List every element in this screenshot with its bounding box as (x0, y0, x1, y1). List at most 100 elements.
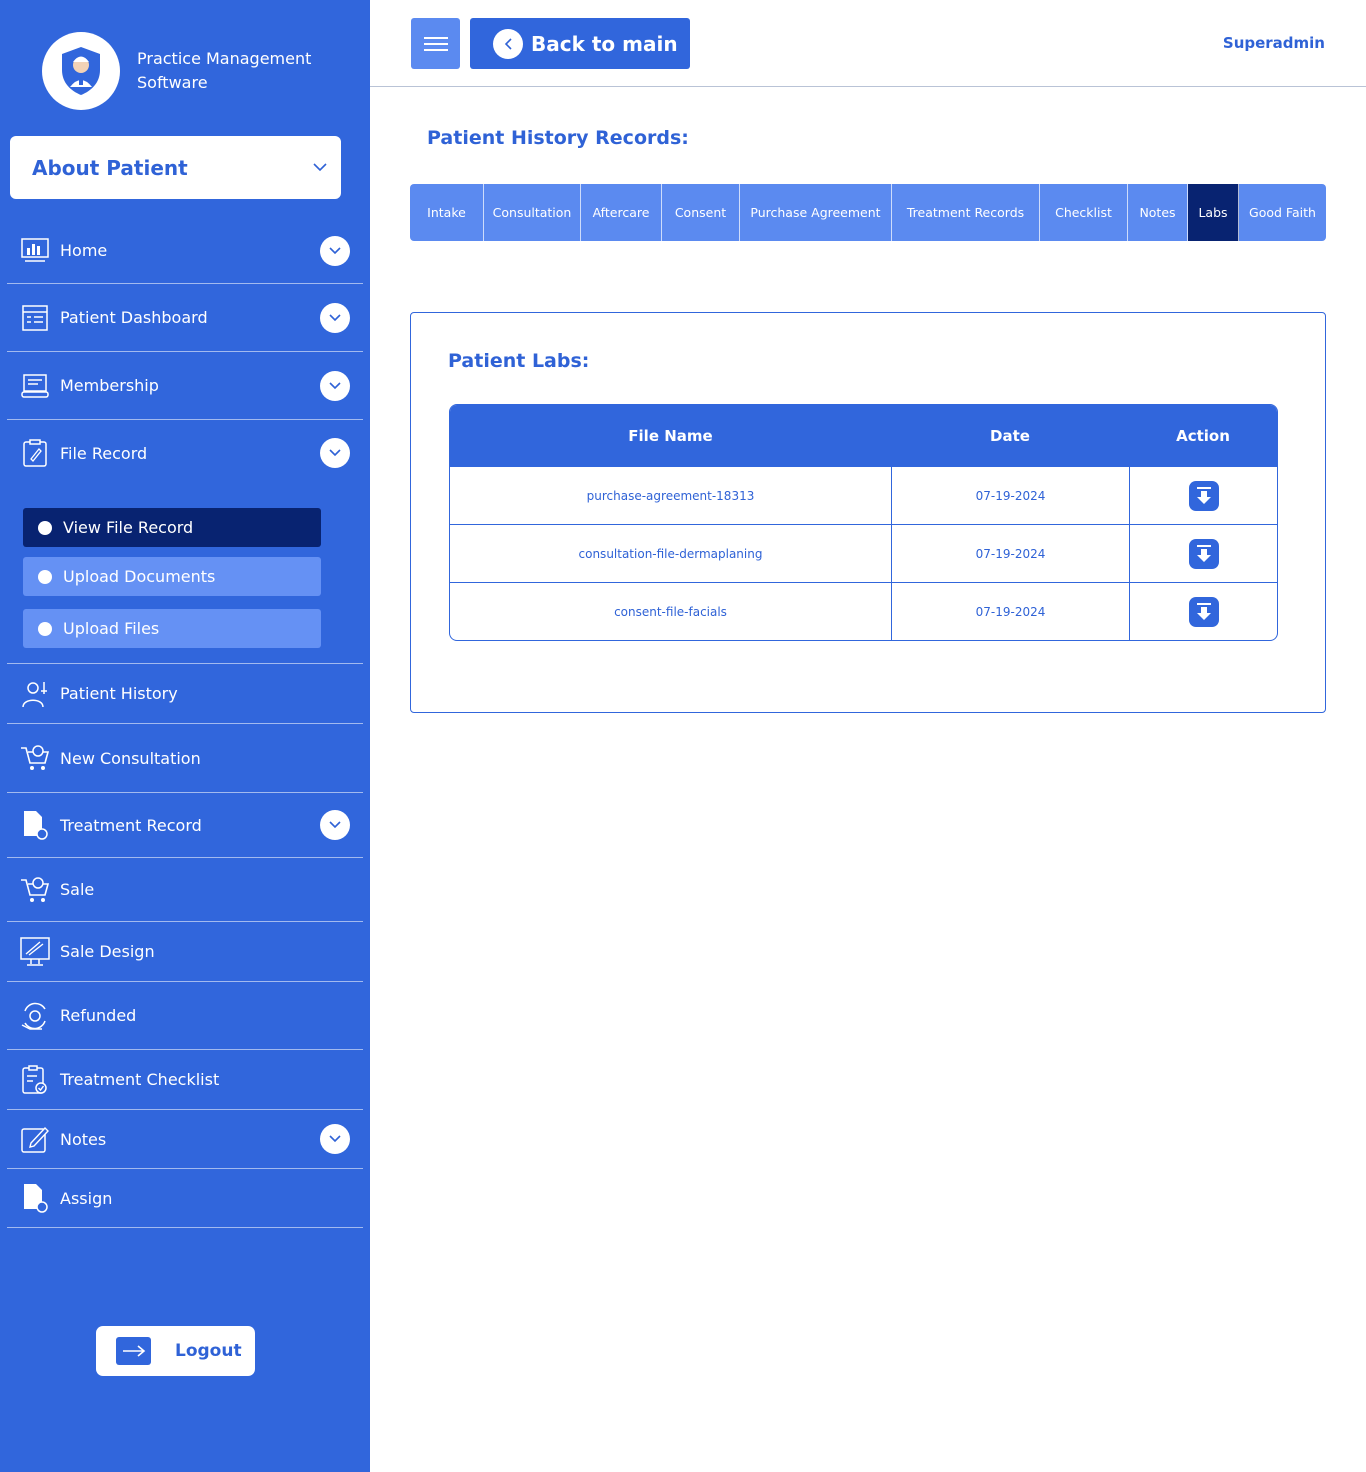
subitem-label: Upload Documents (63, 567, 216, 586)
action-cell (1129, 467, 1277, 524)
hamburger-menu-button[interactable] (411, 18, 460, 69)
clipboard-icon (20, 438, 50, 468)
sidebar-item-label: Notes (60, 1129, 107, 1149)
tab-labs[interactable]: Labs (1188, 184, 1239, 241)
menu-line (423, 48, 448, 51)
sidebar-item-label: Sale (60, 880, 95, 899)
tab-checklist[interactable]: Checklist (1040, 184, 1128, 241)
sidebar-item-label: New Consultation (60, 748, 201, 768)
download-icon[interactable] (1188, 596, 1219, 627)
tab-good-faith[interactable]: Good Faith (1239, 184, 1326, 241)
logout-button[interactable]: Logout (96, 1326, 255, 1376)
checklist-icon (20, 1064, 50, 1095)
sidebar-item-label: Membership (60, 376, 159, 395)
sidebar-item-label: Patient History (60, 684, 178, 703)
brand: Practice Management Software (42, 32, 337, 110)
subitem-upload-files[interactable]: Upload Files (23, 609, 321, 648)
refund-icon (20, 1001, 50, 1031)
sidebar-item-label: Assign (60, 1188, 113, 1208)
file-name-cell: consent-file-facials (614, 604, 727, 619)
tab-intake[interactable]: Intake (410, 184, 484, 241)
column-header-action: Action (1176, 426, 1230, 445)
bullet-icon (38, 621, 52, 636)
sidebar-item-label: Patient Dashboard (60, 308, 208, 327)
bullet-icon (38, 569, 52, 584)
tab-notes[interactable]: Notes (1128, 184, 1188, 241)
download-icon[interactable] (1188, 480, 1219, 511)
user-name[interactable]: Superadmin (1223, 34, 1325, 52)
sidebar-item-label: Treatment Record (60, 815, 202, 835)
labs-table: File Name Date Action purchase-agreement… (449, 404, 1278, 641)
sidebar-item-treatment-checklist[interactable]: Treatment Checklist (7, 1050, 363, 1110)
sidebar-item-new-consultation[interactable]: New Consultation (7, 724, 363, 793)
about-patient-dropdown[interactable]: About Patient (10, 136, 341, 199)
sidebar: Practice Management Software About Patie… (0, 0, 370, 1472)
table-row: consent-file-facials 07-19-2024 (450, 582, 1277, 640)
doctor-logo-icon (42, 32, 120, 110)
menu-line (423, 42, 448, 45)
sidebar-item-label: Refunded (60, 1006, 137, 1025)
chevron-down-icon[interactable] (320, 370, 350, 401)
document-icon (20, 1183, 50, 1213)
sidebar-item-sale[interactable]: Sale (7, 858, 363, 922)
subitem-label: Upload Files (63, 619, 160, 638)
sidebar-item-patient-dashboard[interactable]: Patient Dashboard (7, 284, 363, 352)
back-to-main-label: Back to main (531, 31, 678, 56)
chevron-left-icon (493, 28, 523, 59)
tab-purchase-agreement[interactable]: Purchase Agreement (740, 184, 892, 241)
menu-line (423, 36, 448, 39)
chevron-down-icon[interactable] (320, 1124, 350, 1154)
chevron-down-icon[interactable] (320, 810, 350, 840)
sidebar-item-label: File Record (60, 443, 148, 463)
monitor-icon (20, 936, 50, 967)
sidebar-item-file-record[interactable]: File Record (7, 420, 363, 486)
sidebar-item-label: Home (60, 241, 108, 260)
subitem-label: View File Record (63, 518, 194, 537)
sidebar-item-assign[interactable]: Assign (7, 1169, 363, 1228)
labs-panel: Patient Labs: File Name Date Action purc… (410, 312, 1326, 713)
chart-icon (20, 236, 50, 266)
bullet-icon (38, 520, 52, 535)
column-header-file-name: File Name (628, 426, 713, 445)
file-name-cell: consultation-file-dermaplaning (578, 546, 763, 561)
sidebar-item-membership[interactable]: Membership (7, 352, 363, 420)
date-cell: 07-19-2024 (891, 525, 1129, 582)
table-row: consultation-file-dermaplaning 07-19-202… (450, 524, 1277, 582)
tab-aftercare[interactable]: Aftercare (581, 184, 662, 241)
action-cell (1129, 583, 1277, 640)
chevron-down-icon[interactable] (320, 438, 350, 468)
sidebar-item-treatment-record[interactable]: Treatment Record (7, 793, 363, 858)
tab-consent[interactable]: Consent (662, 184, 740, 241)
subitem-view-file-record[interactable]: View File Record (23, 508, 321, 547)
subitem-upload-documents[interactable]: Upload Documents (23, 557, 321, 596)
cart-icon (20, 743, 50, 773)
cart-icon (20, 875, 50, 905)
sidebar-item-sale-design[interactable]: Sale Design (7, 922, 363, 982)
sidebar-item-patient-history[interactable]: Patient History (7, 664, 363, 724)
edit-icon (20, 1124, 50, 1154)
tab-consultation[interactable]: Consultation (484, 184, 581, 241)
back-to-main-button[interactable]: Back to main (470, 18, 690, 69)
membership-icon (20, 371, 50, 401)
column-header-date: Date (990, 426, 1030, 445)
chevron-down-icon (313, 163, 327, 172)
record-tabs: Intake Consultation Aftercare Consent Pu… (410, 184, 1326, 241)
brand-title: Practice Management Software (137, 49, 312, 92)
table-header: File Name Date Action (450, 405, 1277, 466)
download-icon[interactable] (1188, 538, 1219, 569)
document-icon (20, 810, 50, 840)
arrow-right-icon (116, 1337, 151, 1365)
sidebar-item-home[interactable]: Home (7, 218, 363, 284)
date-cell: 07-19-2024 (891, 583, 1129, 640)
chevron-down-icon[interactable] (320, 302, 350, 333)
file-name-cell: purchase-agreement-18313 (586, 488, 755, 503)
table-row: purchase-agreement-18313 07-19-2024 (450, 466, 1277, 524)
sidebar-item-label: Sale Design (60, 942, 155, 961)
tab-treatment-records[interactable]: Treatment Records (892, 184, 1040, 241)
sidebar-item-label: Treatment Checklist (60, 1070, 220, 1089)
sidebar-item-refunded[interactable]: Refunded (7, 982, 363, 1050)
doctor-icon (20, 679, 50, 709)
sidebar-item-notes[interactable]: Notes (7, 1110, 363, 1169)
topbar: Back to main Superadmin (370, 0, 1366, 87)
chevron-down-icon[interactable] (320, 235, 350, 266)
